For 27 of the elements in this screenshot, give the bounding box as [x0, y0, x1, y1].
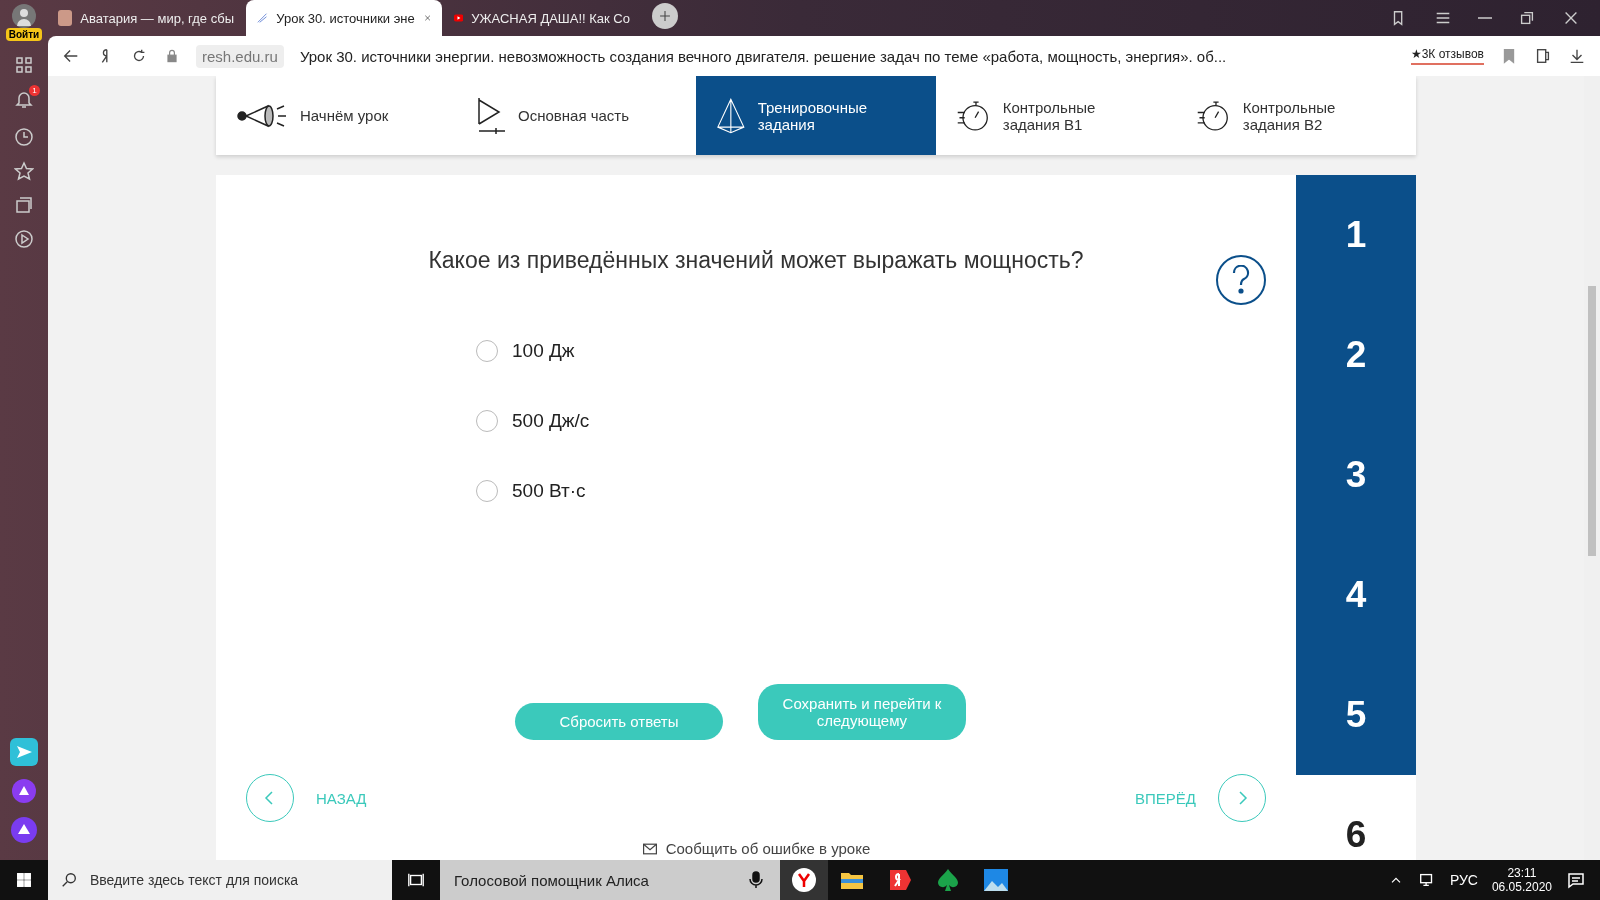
task-number[interactable]: 4	[1296, 535, 1416, 655]
lesson-nav-tab[interactable]: Контрольные задания В1	[936, 76, 1176, 155]
task-number[interactable]: 2	[1296, 295, 1416, 415]
report-error-link[interactable]: Сообщить об ошибке в уроке	[641, 840, 871, 857]
option-label: 500 Дж/с	[512, 410, 590, 432]
browser-tab[interactable]: Аватария — мир, где сбы	[48, 0, 244, 36]
option-label: 500 Вт·с	[512, 480, 586, 502]
notification-badge: 1	[29, 85, 40, 96]
login-button[interactable]: Войти	[5, 28, 43, 41]
task-number[interactable]: 3	[1296, 415, 1416, 535]
lesson-nav-tab[interactable]: Начнём урок	[216, 76, 456, 155]
question-text: Какое из приведённых значений может выражать мощность?	[427, 247, 1085, 274]
option-label: 100 Дж	[512, 340, 575, 362]
browser-tab[interactable]: УЖАСНАЯ ДАША!! Как Со	[444, 0, 640, 36]
taskbar-search-field[interactable]: Введите здесь текст для поиска	[48, 860, 392, 900]
task-number[interactable]: 1	[1296, 175, 1416, 295]
language-indicator[interactable]: РУС	[1449, 872, 1478, 888]
lesson-nav-tab[interactable]: Контрольные задания В2	[1176, 76, 1416, 155]
lesson-nav-tab[interactable]: Основная часть	[456, 76, 696, 155]
domain-label[interactable]: resh.edu.ru	[196, 44, 284, 68]
lesson-nav-tab[interactable]: Тренировочные задания	[696, 76, 936, 155]
page-title[interactable]: Урок 30. источники энергии. невозможность создания вечного двигателя. решение задач по теме «работа, мощность, энергия». об...	[299, 47, 1395, 65]
task-number[interactable]: 5	[1296, 655, 1416, 775]
clock[interactable]: 23:11 06.05.2020	[1491, 866, 1552, 894]
assistant-field[interactable]: Голосовой помощник Алиса	[440, 860, 780, 900]
reviews-link[interactable]: ★3К отзывов	[1410, 47, 1484, 65]
browser-tab[interactable]: Урок 30. источники эне	[246, 0, 442, 36]
